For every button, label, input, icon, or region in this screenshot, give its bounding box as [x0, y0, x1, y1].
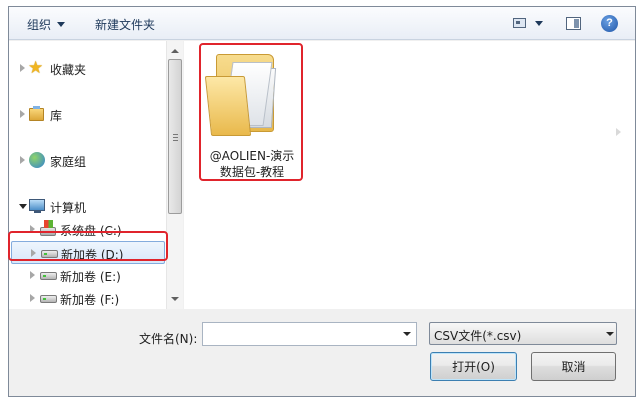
nav-item-drive-f[interactable]: 新加卷 (F:)	[9, 287, 166, 309]
file-type-dropdown-icon[interactable]	[606, 332, 614, 336]
nav-item-computer[interactable]: 计算机	[9, 195, 166, 217]
library-icon	[29, 106, 44, 121]
view-options-dropdown[interactable]	[535, 21, 543, 26]
nav-label: 新加卷 (E:)	[60, 270, 121, 284]
nav-item-favorites[interactable]: ★ 收藏夹	[9, 57, 166, 79]
nav-label: 新加卷 (F:)	[60, 293, 120, 307]
nav-label: 收藏夹	[50, 63, 87, 77]
toolbar: 组织 新建文件夹 ?	[9, 7, 635, 40]
nav-label: 库	[50, 109, 63, 123]
scroll-down-icon[interactable]	[171, 297, 179, 301]
file-type-select[interactable]: CSV文件(*.csv)	[429, 322, 617, 345]
nav-scrollbar[interactable]	[166, 41, 183, 309]
filename-label: 文件名(N):	[139, 332, 198, 346]
filename-input[interactable]	[202, 322, 417, 346]
nav-item-drive-e[interactable]: 新加卷 (E:)	[9, 264, 166, 286]
drive-icon	[40, 272, 57, 280]
computer-icon	[29, 199, 45, 213]
homegroup-icon	[29, 152, 45, 168]
drive-icon	[40, 295, 57, 303]
organize-button[interactable]: 组织	[27, 16, 66, 33]
navigation-pane: ★ 收藏夹 库 家庭组 计算机 系统盘 (C:) 新加卷 (D:) 新加卷 (E…	[9, 41, 166, 309]
chevron-down-icon	[57, 22, 66, 27]
filename-dropdown-icon[interactable]	[403, 332, 411, 336]
collapse-arrow-icon[interactable]	[19, 204, 27, 209]
new-folder-button[interactable]: 新建文件夹	[95, 16, 155, 33]
scroll-up-icon[interactable]	[171, 49, 179, 53]
scroll-right-icon	[616, 128, 621, 136]
expand-arrow-icon[interactable]	[20, 156, 25, 164]
nav-label: 家庭组	[50, 155, 87, 169]
scrollbar-thumb[interactable]	[168, 59, 182, 214]
expand-arrow-icon[interactable]	[20, 64, 25, 72]
cancel-button[interactable]: 取消	[531, 352, 616, 381]
change-view-icon[interactable]	[513, 18, 526, 28]
nav-label: 计算机	[50, 201, 87, 215]
star-icon: ★	[28, 58, 44, 78]
grip-icon	[173, 134, 178, 141]
highlight-box-folder	[199, 43, 303, 181]
expand-arrow-icon[interactable]	[20, 110, 25, 118]
organize-label: 组织	[27, 18, 52, 32]
file-dialog: 组织 新建文件夹 ? ★ 收藏夹 库 家庭组 计算机 系统盘 (C:) 新加卷 …	[8, 6, 636, 397]
preview-pane-icon[interactable]	[566, 17, 581, 30]
expand-arrow-icon[interactable]	[30, 294, 35, 302]
expand-arrow-icon[interactable]	[30, 271, 35, 279]
windows-logo-icon	[44, 220, 53, 228]
nav-item-homegroup[interactable]: 家庭组	[9, 149, 166, 171]
nav-item-libraries[interactable]: 库	[9, 103, 166, 125]
help-icon[interactable]: ?	[601, 15, 618, 32]
open-button[interactable]: 打开(O)	[430, 352, 517, 381]
highlight-box-drive-d	[8, 231, 168, 261]
